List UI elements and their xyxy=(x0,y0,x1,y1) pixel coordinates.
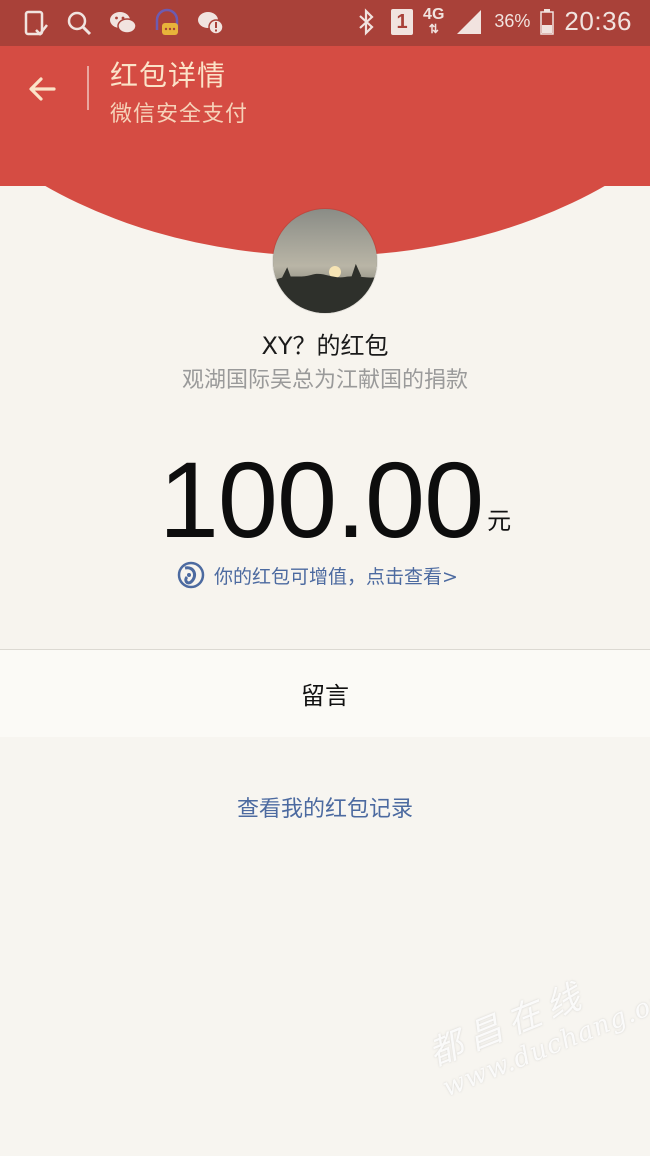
chat-app-icon xyxy=(155,8,179,35)
signal-icon xyxy=(457,9,482,34)
page-subtitle: 微信安全支付 xyxy=(110,102,249,127)
sender-name: XY？的红包 xyxy=(261,332,389,360)
amount-display: 100.00 元 xyxy=(0,440,650,560)
arrow-left-icon xyxy=(29,77,56,101)
value-add-icon xyxy=(177,561,205,589)
amount-unit: 元 xyxy=(487,507,512,535)
search-icon xyxy=(67,11,92,36)
back-button[interactable] xyxy=(22,68,64,110)
value-add-text: 你的红包可增值，点击查看> xyxy=(214,565,458,588)
wechat-alert-icon xyxy=(198,12,224,35)
amount-value: 100.00 xyxy=(158,439,484,560)
view-records-link[interactable]: 查看我的红包记录 xyxy=(0,791,650,823)
status-bar: 1 4G ⇅ 36% 20:36 xyxy=(0,0,650,46)
sender-avatar[interactable] xyxy=(273,209,377,313)
header-flat xyxy=(0,46,650,186)
page-title: 红包详情 xyxy=(110,59,227,92)
greeting-message: 观湖国际吴总为江献国的捐款 xyxy=(181,368,468,393)
battery-icon xyxy=(540,8,555,35)
status-left-icons xyxy=(20,8,226,38)
title-divider xyxy=(87,66,89,110)
bluetooth-icon xyxy=(359,7,374,36)
network-4g-icon: 4G ⇅ xyxy=(423,5,445,36)
clock: 20:36 xyxy=(564,6,632,36)
wechat-icon xyxy=(110,12,137,34)
sim-icon: 1 xyxy=(391,8,414,35)
network-label: 4G xyxy=(423,5,445,23)
value-add-link[interactable]: 你的红包可增值，点击查看> xyxy=(176,560,458,590)
battery-percent: 36% xyxy=(494,11,531,31)
phone-check-icon xyxy=(24,10,48,36)
message-button[interactable]: 留言 xyxy=(0,676,650,711)
status-right-icons: 1 4G ⇅ 36% 20:36 xyxy=(351,6,632,37)
network-arrows: ⇅ xyxy=(428,21,439,36)
avatar-image xyxy=(273,209,377,313)
